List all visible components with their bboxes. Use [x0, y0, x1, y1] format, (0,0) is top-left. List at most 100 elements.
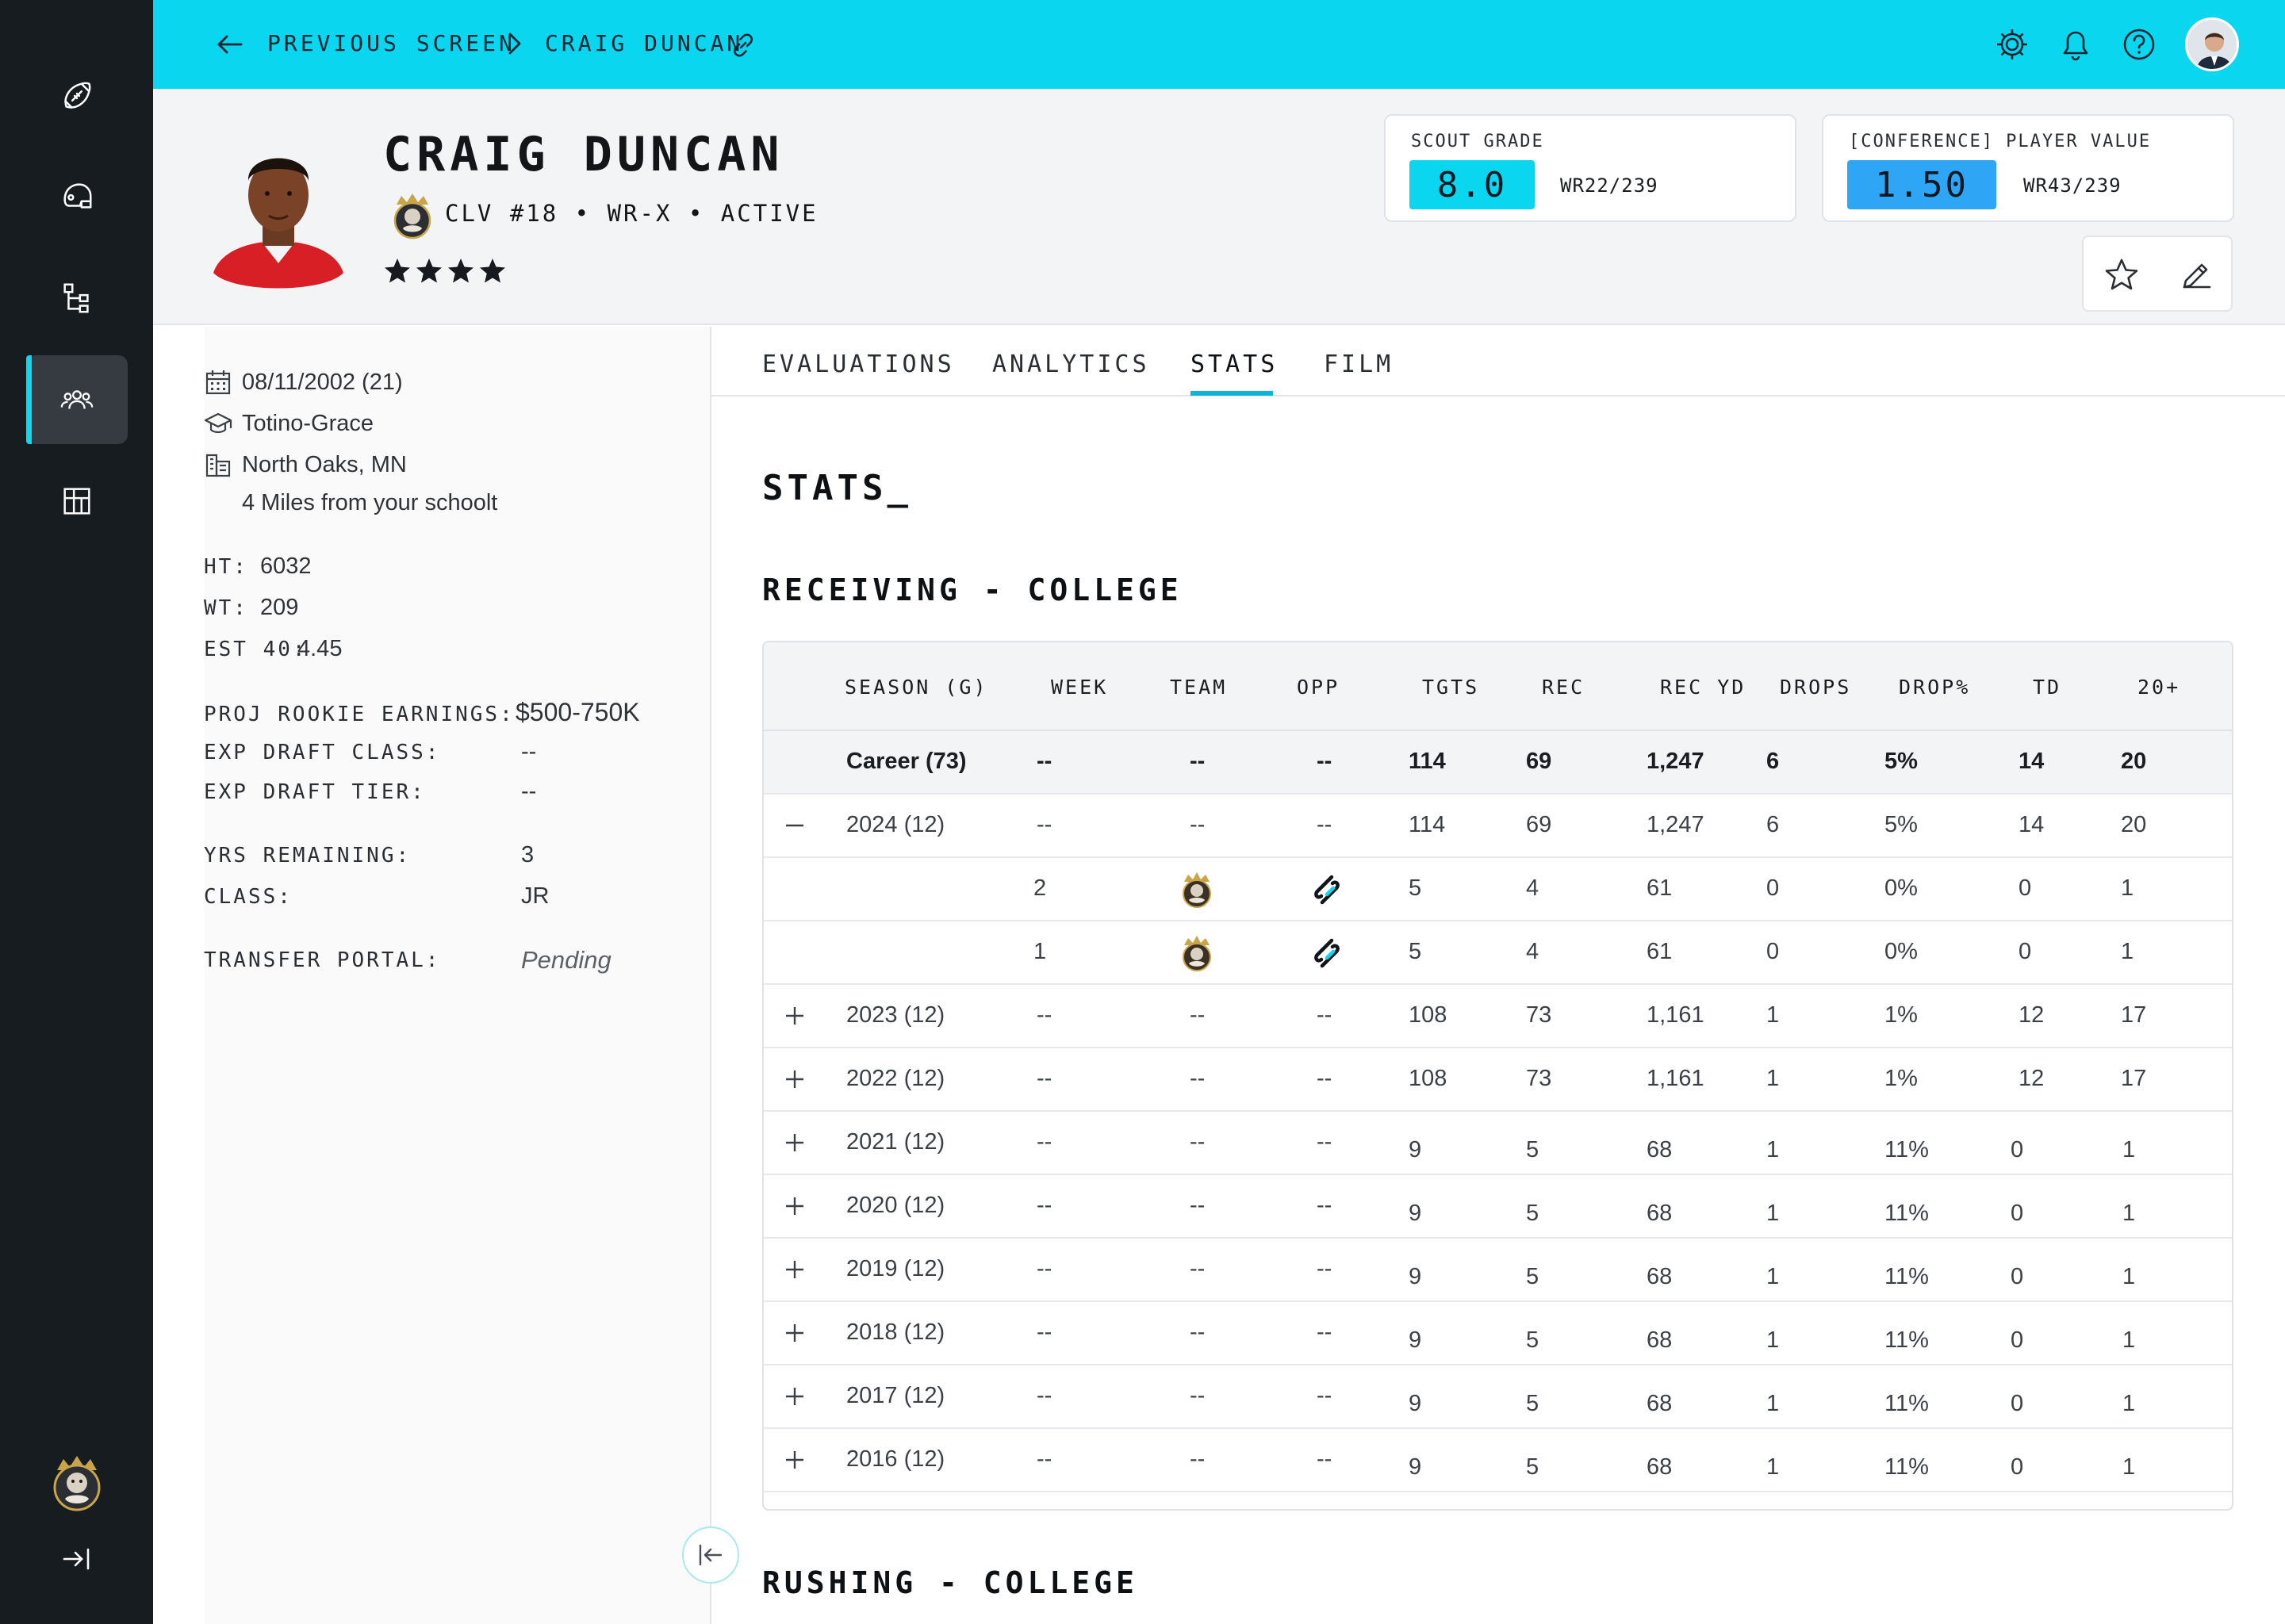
- tab-stats[interactable]: STATS: [1190, 350, 1278, 378]
- rail-item-hierarchy[interactable]: [26, 254, 128, 343]
- expand-sidebar-button[interactable]: [56, 1542, 98, 1576]
- player-value-card: [CONFERENCE] PLAYER VALUE 1.50 WR43/239: [1822, 114, 2234, 222]
- users-icon: [60, 390, 94, 409]
- team-logo-icon: [1183, 936, 1211, 971]
- top-bar: PREVIOUS SCREEN CRAIG DUNCAN: [153, 0, 2285, 89]
- cell-team: --: [1190, 1002, 1206, 1028]
- back-button[interactable]: [210, 27, 248, 62]
- table-row-season[interactable]: 2016 (12) -- -- -- 9 5 68 1 11% 0 1: [764, 1429, 2232, 1492]
- transfer-portal-value: Pending: [521, 946, 612, 974]
- column-header-week[interactable]: WEEK: [1051, 676, 1108, 699]
- player-actions: [2082, 236, 2233, 312]
- expand-row-button[interactable]: [781, 1002, 808, 1029]
- weight-value: 209: [260, 595, 299, 620]
- height-label: HT:: [204, 555, 248, 579]
- tab-evaluations[interactable]: EVALUATIONS: [762, 350, 955, 378]
- table-row-season[interactable]: 2018 (12) -- -- -- 9 5 68 1 11% 0 1: [764, 1302, 2232, 1365]
- calendar-icon: [205, 370, 231, 395]
- column-header-td[interactable]: TD: [2033, 676, 2061, 699]
- expand-row-button[interactable]: [781, 1193, 808, 1220]
- help-icon: [2123, 29, 2155, 60]
- plus-icon: [786, 1134, 803, 1151]
- cell-tgts: 9: [1409, 1201, 1422, 1226]
- column-header-season[interactable]: SEASON (G): [845, 676, 988, 699]
- expand-row-button[interactable]: [781, 1383, 808, 1410]
- cell-week: --: [1037, 749, 1052, 774]
- tab-film[interactable]: FILM: [1324, 350, 1394, 378]
- rail-item-football[interactable]: [26, 52, 128, 140]
- column-header-drop-pct[interactable]: DROP%: [1899, 676, 1970, 699]
- table-row-season[interactable]: 2023 (12) -- -- -- 108 73 1,161 1 1% 12 …: [764, 985, 2232, 1048]
- cell-team: --: [1190, 749, 1206, 774]
- table-row-season[interactable]: 2020 (12) -- -- -- 9 5 68 1 11% 0 1: [764, 1175, 2232, 1239]
- table-row-season[interactable]: 2024 (12) -- -- -- 114 69 1,247 6 5% 14 …: [764, 795, 2232, 858]
- cell-week: --: [1037, 1383, 1052, 1408]
- cell-drops: 1: [1766, 1327, 1780, 1353]
- edit-button[interactable]: [2176, 255, 2217, 296]
- expand-row-button[interactable]: [781, 1256, 808, 1283]
- collapse-row-button[interactable]: [781, 812, 808, 839]
- rail-item-helmet[interactable]: [26, 152, 128, 241]
- column-header-rec-yd[interactable]: REC YD: [1660, 676, 1746, 699]
- column-header-20-plus[interactable]: 20+: [2137, 676, 2180, 699]
- table-row-season[interactable]: 2017 (12) -- -- -- 9 5 68 1 11% 0 1: [764, 1365, 2232, 1429]
- column-header-tgts[interactable]: TGTS: [1422, 676, 1479, 699]
- column-header-rec[interactable]: REC: [1542, 676, 1585, 699]
- cell-tgts: 108: [1409, 1066, 1447, 1091]
- star-rating: [383, 257, 507, 285]
- class-label: CLASS:: [204, 885, 293, 909]
- cell-20-plus: 17: [2121, 1002, 2147, 1028]
- player-photo: [213, 158, 343, 289]
- cell-drops: 6: [1766, 749, 1780, 774]
- user-avatar[interactable]: [2185, 17, 2239, 71]
- cell-rec-yd: 1,247: [1647, 749, 1704, 774]
- cell-season: 2020 (12): [846, 1193, 945, 1218]
- star-icon: [385, 259, 410, 283]
- distance-from-school: 4 Miles from your schoolt: [242, 490, 498, 515]
- cell-opp: --: [1317, 1383, 1332, 1408]
- cell-opp: --: [1317, 1193, 1332, 1218]
- cell-tgts: 114: [1409, 812, 1446, 837]
- table-row-season[interactable]: 2019 (12) -- -- -- 9 5 68 1 11% 0 1: [764, 1239, 2232, 1302]
- city-icon: [205, 454, 231, 477]
- expand-row-button[interactable]: [781, 1446, 808, 1473]
- cell-drops: 1: [1766, 1201, 1780, 1226]
- help-button[interactable]: [2120, 25, 2158, 63]
- cell-opp: --: [1317, 812, 1332, 837]
- cell-opp: --: [1317, 1446, 1332, 1472]
- cell-week: --: [1037, 1066, 1052, 1091]
- sidebar-rail: [0, 0, 153, 1624]
- table-row-season[interactable]: 2022 (12) -- -- -- 108 73 1,161 1 1% 12 …: [764, 1048, 2232, 1112]
- cell-week: 2: [1033, 875, 1047, 901]
- table-row-season[interactable]: 2021 (12) -- -- -- 9 5 68 1 11% 0 1: [764, 1112, 2232, 1175]
- cell-td: 0: [2011, 1454, 2024, 1480]
- expand-row-button[interactable]: [781, 1129, 808, 1156]
- tab-analytics[interactable]: ANALYTICS: [992, 350, 1150, 378]
- plus-icon: [786, 1261, 803, 1278]
- cell-tgts: 9: [1409, 1264, 1422, 1289]
- expand-row-button[interactable]: [781, 1320, 808, 1346]
- cell-tgts: 9: [1409, 1137, 1422, 1162]
- rail-item-players[interactable]: [26, 355, 128, 444]
- stats-title: STATS_: [762, 468, 912, 508]
- expand-row-button[interactable]: [781, 1066, 808, 1093]
- cell-drops: 1: [1766, 1264, 1780, 1289]
- cell-tgts: 108: [1409, 1002, 1447, 1028]
- rail-item-board[interactable]: [26, 457, 128, 546]
- collapse-panel-button[interactable]: [682, 1526, 739, 1584]
- column-header-drops[interactable]: DROPS: [1780, 676, 1851, 699]
- notifications-button[interactable]: [2057, 25, 2095, 63]
- settings-button[interactable]: [1993, 25, 2031, 63]
- column-header-opp[interactable]: OPP: [1297, 676, 1340, 699]
- cell-td: 0: [2019, 875, 2032, 901]
- cell-rec: 4: [1526, 875, 1539, 901]
- player-info-background: [205, 327, 711, 1624]
- breadcrumb-previous-screen[interactable]: PREVIOUS SCREEN: [267, 30, 516, 56]
- cell-week: --: [1037, 1256, 1052, 1281]
- cell-td: 12: [2019, 1002, 2045, 1028]
- cell-20-plus: 1: [2122, 1201, 2136, 1226]
- link-icon[interactable]: [728, 30, 758, 60]
- collapse-icon: [699, 1544, 723, 1566]
- favorite-button[interactable]: [2101, 255, 2142, 296]
- column-header-team[interactable]: TEAM: [1170, 676, 1227, 699]
